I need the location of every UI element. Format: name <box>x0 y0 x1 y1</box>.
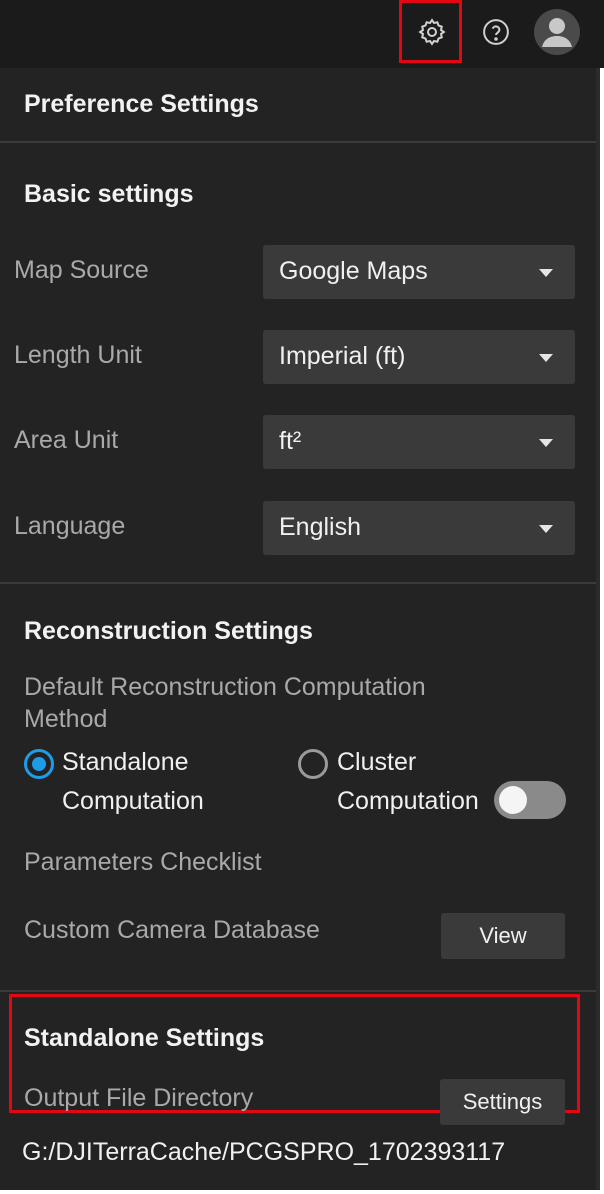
standalone-radio[interactable] <box>24 749 54 779</box>
camera-database-label: Custom Camera Database <box>24 916 320 944</box>
language-select[interactable]: English <box>263 501 575 555</box>
method-label-line2: Method <box>24 705 108 733</box>
output-settings-button[interactable]: Settings <box>440 1079 565 1125</box>
scrollbar[interactable] <box>596 68 600 1190</box>
panel-title: Preference Settings <box>24 90 259 118</box>
cluster-option-line1[interactable]: Cluster <box>337 743 416 782</box>
area-unit-select[interactable]: ft² <box>263 415 575 469</box>
map-source-select[interactable]: Google Maps <box>263 245 575 299</box>
reconstruction-settings-title: Reconstruction Settings <box>24 617 313 645</box>
view-button[interactable]: View <box>441 913 565 959</box>
cluster-radio[interactable] <box>298 749 328 779</box>
cluster-option-line2[interactable]: Computation <box>337 782 479 821</box>
chevron-down-icon <box>539 439 553 447</box>
standalone-option-line2[interactable]: Computation <box>62 782 204 821</box>
chevron-down-icon <box>539 354 553 362</box>
top-bar <box>0 0 604 68</box>
area-unit-value: ft² <box>279 427 302 455</box>
parameters-checklist-label: Parameters Checklist <box>24 848 262 876</box>
help-icon[interactable] <box>476 12 516 52</box>
output-path: G:/DJITerraCache/PCGSPRO_1702393117 <box>22 1138 506 1166</box>
length-unit-label: Length Unit <box>14 341 142 369</box>
chevron-down-icon <box>539 269 553 277</box>
language-value: English <box>279 513 361 541</box>
chevron-down-icon <box>539 525 553 533</box>
divider <box>0 990 596 992</box>
toggle-knob <box>499 786 527 814</box>
area-unit-label: Area Unit <box>14 426 119 454</box>
map-source-value: Google Maps <box>279 257 428 285</box>
length-unit-select[interactable]: Imperial (ft) <box>263 330 575 384</box>
basic-settings-title: Basic settings <box>24 180 194 208</box>
divider <box>0 141 596 143</box>
map-source-label: Map Source <box>14 256 149 284</box>
parameters-checklist-toggle[interactable] <box>494 781 566 819</box>
standalone-option-line1[interactable]: Standalone <box>62 743 189 782</box>
gear-highlight-box <box>399 0 462 63</box>
language-label: Language <box>14 512 126 540</box>
output-directory-label-text: Output File Directory <box>24 1084 254 1112</box>
method-label-line1: Default Reconstruction Computation <box>24 673 426 701</box>
length-unit-value: Imperial (ft) <box>279 342 406 370</box>
divider <box>0 582 596 584</box>
user-avatar-icon[interactable] <box>534 9 580 55</box>
